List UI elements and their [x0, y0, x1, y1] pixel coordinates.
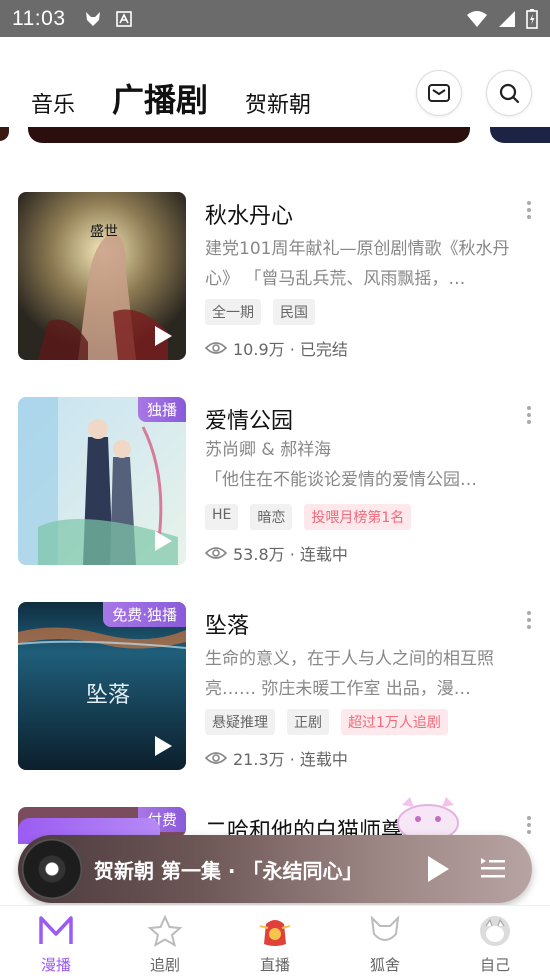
signal-icon: [499, 10, 515, 27]
mini-player[interactable]: 贺新朝 第一集 · 「永结同心」: [18, 835, 532, 903]
tab-he-xinchao[interactable]: 贺新朝: [245, 87, 311, 119]
messages-button[interactable]: [416, 70, 462, 116]
drama-cover[interactable]: 坠落 免费·独播: [18, 602, 186, 770]
item-description: 生命的意义，在于人与人之间的相互照亮…… 弥庄未暖工作室 出品，漫…: [205, 649, 494, 699]
item-stats: 21.3万 · 连载中: [205, 746, 348, 770]
more-options-icon[interactable]: [520, 815, 538, 835]
tag[interactable]: 悬疑推理: [205, 709, 275, 735]
font-notification-icon: [115, 10, 132, 27]
cover-text: 盛世: [90, 224, 118, 240]
nav-label: 追剧: [149, 956, 180, 974]
battery-icon: [526, 8, 538, 29]
item-author: 苏尚卿 & 郝祥海: [205, 440, 332, 460]
ranking-tag[interactable]: 投喂月榜第1名: [304, 504, 412, 530]
search-icon: [499, 83, 520, 104]
bottom-navigation: 漫播 追剧 直播 狐舍 自己: [0, 905, 550, 979]
item-title[interactable]: 坠落: [205, 608, 249, 640]
album-disc[interactable]: [22, 839, 82, 899]
tag-list: HE 暗恋 投喂月榜第1名: [205, 504, 412, 530]
item-title[interactable]: 秋水丹心: [205, 198, 293, 230]
item-stats: 10.9万 · 已完结: [205, 336, 348, 360]
tab-radio-drama[interactable]: 广播剧: [112, 75, 208, 121]
list-item[interactable]: 坠落 免费·独播 坠落 生命的意义，在于人与人之间的相互照亮…… 弥庄未暖工作室…: [0, 602, 550, 782]
status-time: 11:03: [12, 6, 66, 30]
avatar-icon: [480, 916, 510, 946]
nav-fox-den[interactable]: 狐舍: [340, 914, 430, 975]
star-icon: [147, 914, 183, 948]
item-title[interactable]: 爱情公园: [205, 403, 293, 435]
top-header: 音乐 广播剧 贺新朝: [0, 37, 550, 127]
eye-icon: [205, 752, 227, 764]
banner-carousel[interactable]: [0, 127, 550, 145]
more-options-icon[interactable]: [520, 610, 538, 630]
tag[interactable]: 正剧: [287, 709, 329, 735]
gift-bag-icon: [259, 920, 291, 946]
list-item[interactable]: 盛世 秋水丹心 建党101周年献礼—原创剧情歌《秋水丹心》 「曾马乱兵荒、风雨飘…: [0, 192, 550, 372]
tag-list: 全一期 民国: [205, 299, 315, 325]
wifi-icon: [467, 10, 487, 27]
nav-label: 自己: [479, 956, 510, 974]
tag-list: 悬疑推理 正剧 超过1万人追剧: [205, 709, 448, 735]
play-icon[interactable]: [152, 734, 174, 758]
tag[interactable]: HE: [205, 504, 239, 530]
app-screen: 11:03 音乐 广播剧 贺新朝 盛世 秋水丹心 建党101周年献礼—原创剧情歌…: [0, 0, 550, 979]
nav-label: 直播: [259, 956, 290, 974]
banner-right-peek[interactable]: [490, 127, 550, 143]
nav-label: 狐舍: [369, 956, 400, 974]
manbo-logo-icon: [39, 916, 73, 944]
tag[interactable]: 民国: [273, 299, 315, 325]
nav-following[interactable]: 追剧: [120, 914, 210, 975]
more-options-icon[interactable]: [520, 200, 538, 220]
play-icon[interactable]: [424, 853, 452, 885]
status-bar: 11:03: [0, 0, 550, 37]
tab-music[interactable]: 音乐: [31, 87, 75, 119]
playlist-icon[interactable]: [479, 855, 507, 881]
nav-label: 漫播: [40, 956, 71, 974]
nav-live[interactable]: 直播: [230, 914, 320, 975]
item-description: 「他住在不能谈论爱情的爱情公园…: [205, 470, 477, 490]
play-icon[interactable]: [152, 529, 174, 553]
fox-notification-icon: [85, 11, 100, 26]
search-button[interactable]: [486, 70, 532, 116]
fox-icon: [370, 915, 400, 941]
eye-icon: [205, 342, 227, 354]
stats-text: 10.9万 · 已完结: [233, 340, 348, 359]
drama-cover[interactable]: 盛世: [18, 192, 186, 360]
banner-left-peek[interactable]: [0, 127, 9, 141]
cover-text: 坠落: [86, 683, 130, 708]
stats-text: 21.3万 · 连载中: [233, 750, 348, 769]
drama-cover[interactable]: 独播: [18, 397, 186, 565]
free-exclusive-badge: 免费·独播: [103, 602, 186, 627]
exclusive-badge: 独播: [137, 397, 186, 422]
stats-text: 53.8万 · 连载中: [233, 545, 348, 564]
tag[interactable]: 全一期: [205, 299, 261, 325]
eye-icon: [205, 547, 227, 559]
nav-manbo[interactable]: 漫播: [11, 914, 101, 975]
now-playing-title[interactable]: 贺新朝 第一集 · 「永结同心」: [94, 855, 363, 884]
list-item[interactable]: 独播 爱情公园 苏尚卿 & 郝祥海 「他住在不能谈论爱情的爱情公园… HE 暗恋…: [0, 397, 550, 577]
item-description: 建党101周年献礼—原创剧情歌《秋水丹心》 「曾马乱兵荒、风雨飘摇，…: [205, 239, 510, 289]
banner-current[interactable]: [28, 127, 470, 143]
mail-icon: [428, 84, 450, 102]
item-stats: 53.8万 · 连载中: [205, 541, 348, 565]
more-options-icon[interactable]: [520, 405, 538, 425]
nav-profile[interactable]: 自己: [450, 914, 540, 975]
item-title[interactable]: 二哈和他的白猫师尊: [205, 813, 403, 837]
tag[interactable]: 暗恋: [250, 504, 293, 530]
play-icon[interactable]: [152, 324, 174, 348]
popularity-tag[interactable]: 超过1万人追剧: [341, 709, 448, 735]
